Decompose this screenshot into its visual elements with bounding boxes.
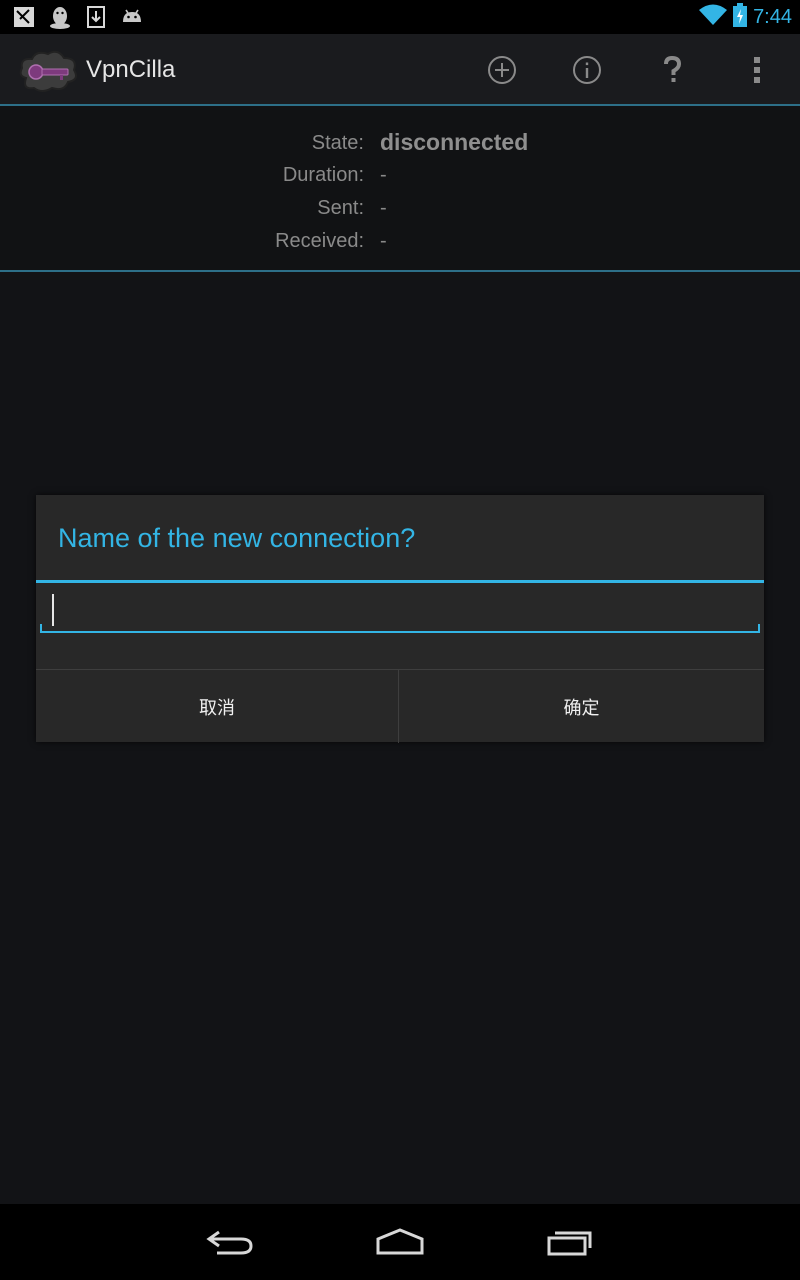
help-icon xyxy=(664,55,682,82)
received-value: - xyxy=(380,230,387,252)
sent-label: Sent: xyxy=(317,197,364,219)
state-label: State: xyxy=(311,132,364,154)
input-underline-left-edge xyxy=(40,624,42,632)
back-button[interactable] xyxy=(198,1222,262,1262)
back-icon xyxy=(206,1230,253,1255)
sent-row: Sent: - xyxy=(0,197,800,227)
home-icon xyxy=(376,1228,424,1255)
add-connection-button[interactable] xyxy=(482,50,522,90)
system-icons: 7:44 xyxy=(699,3,792,31)
dialog-button-row: 取消 确定 xyxy=(36,669,764,743)
app-title: VpnCilla xyxy=(86,56,176,83)
download-icon xyxy=(84,5,108,29)
cancel-button[interactable]: 取消 xyxy=(36,670,399,743)
connection-name-input[interactable] xyxy=(40,589,760,633)
clock: 7:44 xyxy=(753,5,792,28)
vpncilla-logo-icon[interactable] xyxy=(16,48,80,96)
add-icon xyxy=(488,56,516,84)
connection-status-panel: State: disconnected Duration: - Sent: - … xyxy=(0,108,800,272)
ok-button[interactable]: 确定 xyxy=(400,670,763,743)
navigation-bar xyxy=(0,1204,800,1280)
info-icon xyxy=(573,56,601,84)
screenshot-icon xyxy=(12,5,36,29)
action-bar: VpnCilla xyxy=(0,34,800,106)
duration-row: Duration: - xyxy=(0,164,800,194)
home-button[interactable] xyxy=(368,1222,432,1262)
input-underline-right-edge xyxy=(758,624,760,632)
info-button[interactable] xyxy=(567,50,607,90)
new-connection-dialog: Name of the new connection? 取消 确定 xyxy=(36,495,764,743)
text-cursor xyxy=(52,594,54,626)
dialog-title-divider xyxy=(36,580,764,583)
battery-charging-icon xyxy=(733,3,748,31)
notification-icons xyxy=(12,5,144,29)
duration-value: - xyxy=(380,164,387,186)
recent-apps-button[interactable] xyxy=(538,1222,602,1262)
overflow-menu-icon xyxy=(754,57,760,83)
dialog-title: Name of the new connection? xyxy=(58,523,416,553)
recent-apps-icon xyxy=(547,1231,592,1256)
qq-penguin-icon xyxy=(48,5,72,29)
state-row: State: disconnected xyxy=(0,129,800,162)
wifi-icon xyxy=(699,3,728,31)
sent-value: - xyxy=(380,197,387,219)
received-row: Received: - xyxy=(0,230,800,260)
android-icon xyxy=(120,5,144,29)
help-button[interactable] xyxy=(652,50,692,90)
state-value: disconnected xyxy=(380,129,529,155)
status-bar: 7:44 xyxy=(0,0,800,34)
duration-label: Duration: xyxy=(282,164,364,186)
overflow-menu-button[interactable] xyxy=(737,50,777,90)
received-label: Received: xyxy=(275,230,364,252)
